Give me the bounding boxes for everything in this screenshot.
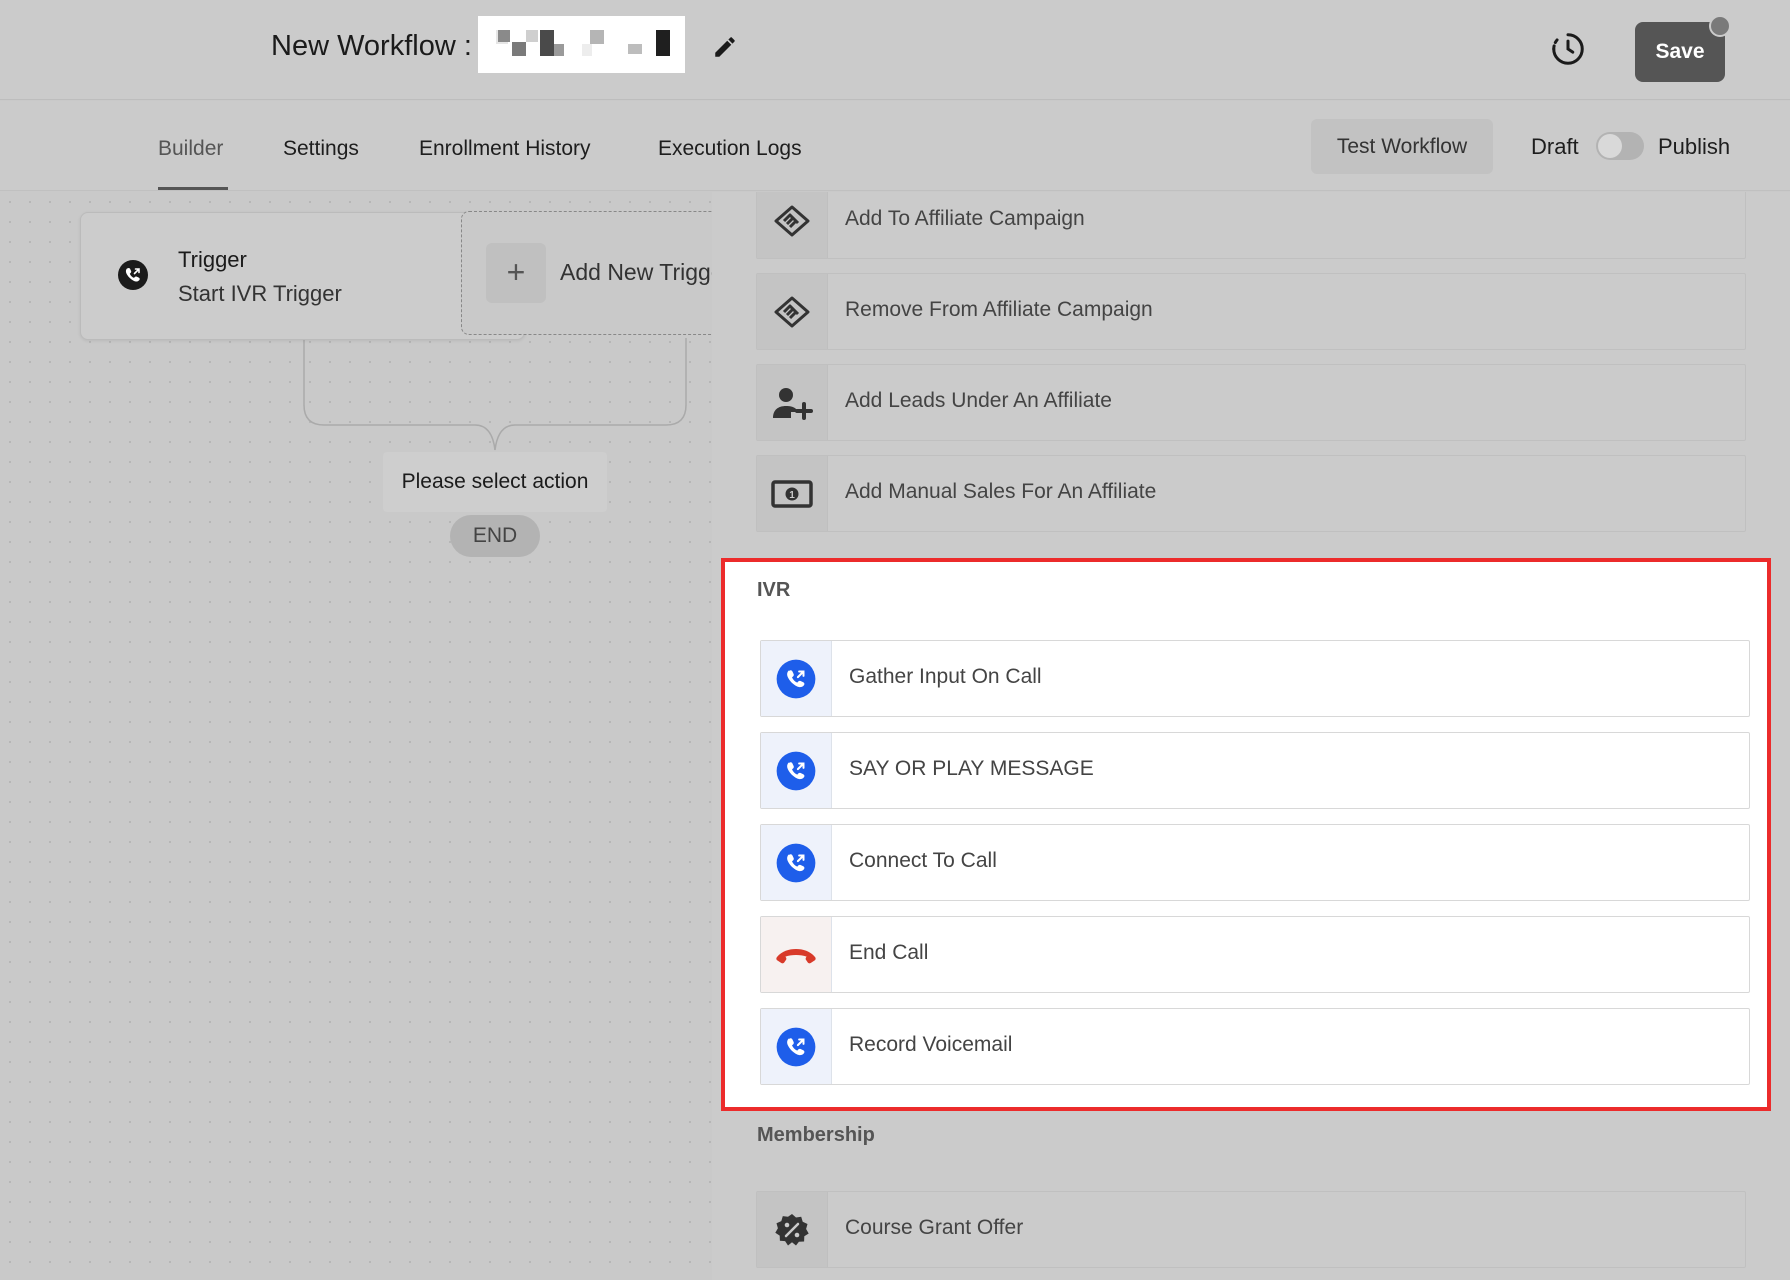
trigger-title: Trigger (178, 247, 247, 272)
publish-toggle[interactable] (1596, 132, 1644, 160)
version-history-icon[interactable] (1549, 30, 1587, 68)
action-label: Record Voicemail (849, 1033, 1013, 1056)
edit-pencil-icon[interactable] (712, 34, 738, 60)
action-record-voicemail[interactable]: Record Voicemail (760, 1008, 1750, 1085)
action-say-or-play-message[interactable]: SAY OR PLAY MESSAGE (760, 732, 1750, 809)
action-label: Course Grant Offer (845, 1216, 1024, 1239)
plus-icon[interactable]: + (486, 243, 546, 303)
please-select-action-node[interactable]: Please select action (383, 452, 607, 512)
trigger-card[interactable]: Trigger Start IVR Trigger (80, 212, 525, 340)
draft-label: Draft (1531, 134, 1579, 159)
tab-builder[interactable]: Builder (158, 137, 223, 161)
phone-outgoing-icon (761, 1009, 832, 1084)
svg-text:1: 1 (789, 490, 795, 501)
trigger-name: Start IVR Trigger (178, 281, 342, 306)
app-header: New Workflow : Save (0, 0, 1790, 100)
tab-enrollment-history[interactable]: Enrollment History (419, 137, 591, 161)
workflow-name-redacted[interactable] (478, 16, 685, 73)
action-label: Remove From Affiliate Campaign (845, 298, 1153, 321)
discount-badge-icon (757, 1192, 828, 1267)
phone-outgoing-icon (761, 733, 832, 808)
tabs-bar: Builder Settings Enrollment History Exec… (0, 101, 1790, 191)
tab-settings[interactable]: Settings (283, 137, 359, 161)
workflow-canvas[interactable]: Trigger Start IVR Trigger + Add New Trig… (0, 192, 712, 1280)
action-label: Add To Affiliate Campaign (845, 207, 1085, 230)
publish-label: Publish (1658, 134, 1731, 159)
action-label: Add Leads Under An Affiliate (845, 389, 1112, 412)
action-label: Connect To Call (849, 849, 997, 872)
phone-outgoing-icon (761, 825, 832, 900)
phone-outgoing-icon (761, 641, 832, 716)
action-add-to-affiliate-campaign[interactable]: Add To Affiliate Campaign (756, 192, 1746, 259)
action-end-call[interactable]: End Call (760, 916, 1750, 993)
unsaved-indicator (1709, 15, 1731, 37)
action-add-leads-under-affiliate[interactable]: Add Leads Under An Affiliate (756, 364, 1746, 441)
workflow-title: New Workflow : (271, 30, 472, 62)
action-connect-to-call[interactable]: Connect To Call (760, 824, 1750, 901)
ivr-section-title: IVR (757, 579, 791, 601)
action-label: End Call (849, 941, 929, 964)
action-label: SAY OR PLAY MESSAGE (849, 757, 1094, 780)
money-bill-icon: 1 (757, 456, 828, 531)
hang-up-icon (761, 917, 832, 992)
action-label: Gather Input On Call (849, 665, 1042, 688)
ivr-section-highlight: IVR Gather Input On Call SAY OR PLAY MES… (721, 558, 1771, 1111)
publish-toggle-knob (1598, 134, 1622, 158)
action-gather-input-on-call[interactable]: Gather Input On Call (760, 640, 1750, 717)
action-label: Add Manual Sales For An Affiliate (845, 480, 1157, 503)
active-tab-indicator (158, 187, 228, 190)
add-new-trigger-card[interactable]: + Add New Trigger (461, 211, 712, 335)
add-new-trigger-label: Add New Trigger (560, 259, 712, 285)
action-remove-from-affiliate-campaign[interactable]: Remove From Affiliate Campaign (756, 273, 1746, 350)
handshake-icon (757, 274, 828, 349)
action-add-manual-sales-affiliate[interactable]: 1 Add Manual Sales For An Affiliate (756, 455, 1746, 532)
test-workflow-button[interactable]: Test Workflow (1311, 119, 1493, 174)
handshake-icon (757, 192, 828, 258)
user-plus-icon (757, 365, 828, 440)
phone-outgoing-icon (117, 259, 149, 291)
membership-section-title: Membership (757, 1124, 875, 1146)
end-node: END (450, 515, 540, 557)
action-course-grant-offer[interactable]: Course Grant Offer (756, 1191, 1746, 1268)
tab-execution-logs[interactable]: Execution Logs (658, 137, 802, 161)
